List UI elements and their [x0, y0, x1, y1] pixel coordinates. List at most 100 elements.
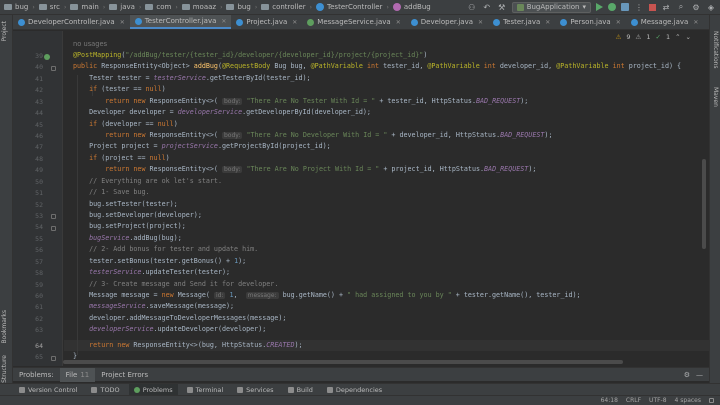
terminal-icon	[186, 386, 193, 393]
line-number: 41	[35, 75, 43, 83]
bookmarks-tool-window-button[interactable]: Bookmarks	[1, 310, 8, 344]
breadcrumb: bug › src › main › java › com › moaaz › bug › c…	[0, 0, 467, 15]
line-number: 62	[35, 315, 43, 323]
build-hammer-icon[interactable]: ⚒	[497, 2, 507, 12]
stop-icon[interactable]	[649, 3, 656, 11]
code-line: Tester tester = testerService.getTesterB…	[73, 74, 311, 82]
line-number: 58	[35, 269, 43, 277]
version-control-button[interactable]: Version Control	[14, 384, 82, 396]
file-encoding[interactable]: UTF-8	[649, 397, 667, 404]
project-tool-window-button[interactable]: Project	[1, 21, 8, 42]
tab-file-problems[interactable]: File 11	[59, 367, 96, 382]
breadcrumb-item[interactable]: bug ›	[4, 3, 39, 11]
line-number: 54	[35, 223, 43, 231]
run-toolbar: ⚇ ↶ ⚒ BugApplication ▾ ⋮ ⇄ ⌕ ⚙ ◈	[467, 0, 720, 15]
user-icon[interactable]: ⚇	[467, 2, 477, 12]
tab-tester[interactable]: Tester.java ✕	[488, 15, 555, 29]
line-number: 50	[35, 178, 43, 186]
code-line: if (developer == null)	[89, 120, 178, 128]
notifications-tool-window-button[interactable]: Notifications	[712, 31, 719, 69]
close-icon[interactable]: ✕	[292, 19, 297, 26]
breadcrumb-item[interactable]: bug ›	[226, 3, 261, 11]
branch-icon	[19, 386, 25, 393]
more-tabs-icon[interactable]: ⋮	[703, 15, 709, 29]
class-icon	[18, 18, 25, 26]
code-line: developerService.updateDeveloper(develop…	[89, 325, 267, 333]
fold-icon[interactable]	[51, 214, 56, 219]
vertical-scrollbar[interactable]	[701, 41, 707, 361]
left-tool-strip: Project Bookmarks Structure	[0, 15, 13, 383]
tab-message[interactable]: Message.java ✕	[626, 15, 704, 29]
fold-icon[interactable]	[51, 356, 56, 361]
indent-setting[interactable]: 4 spaces	[675, 397, 701, 404]
search-icon[interactable]: ⌕	[676, 2, 686, 12]
breadcrumb-item[interactable]: controller ›	[261, 3, 316, 11]
class-icon	[493, 18, 501, 26]
close-icon[interactable]: ✕	[616, 19, 621, 26]
breadcrumb-item[interactable]: java ›	[109, 3, 145, 11]
more-run-icon[interactable]: ⋮	[634, 2, 644, 12]
tab-developer-controller[interactable]: DeveloperController.java ✕	[13, 15, 130, 29]
code-area[interactable]: no usages @PostMapping("/addBug/tester/{…	[73, 31, 695, 366]
breadcrumb-item[interactable]: addBug	[392, 3, 431, 11]
line-number: 46	[35, 132, 43, 140]
structure-tool-window-button[interactable]: Structure	[1, 355, 8, 383]
services-button[interactable]: Services	[232, 384, 278, 396]
close-icon[interactable]: ✕	[120, 19, 125, 26]
terminal-button[interactable]: Terminal	[182, 384, 228, 396]
coverage-icon[interactable]	[621, 3, 629, 11]
horizontal-scrollbar[interactable]	[63, 360, 695, 365]
line-separator[interactable]: CRLF	[626, 397, 641, 404]
settings-icon[interactable]: ⚙	[684, 371, 690, 379]
navigation-bar: bug › src › main › java › com › moaaz › bug › c…	[0, 0, 720, 15]
folder-icon	[181, 4, 190, 10]
folder-icon	[109, 4, 118, 10]
editor-gutter[interactable]: 39 40 41 42 43 44 45 46 47 48 49 50 51 5…	[13, 31, 63, 366]
close-icon[interactable]: ✕	[478, 19, 483, 26]
close-icon[interactable]: ✕	[545, 19, 550, 26]
tab-developer[interactable]: Developer.java ✕	[406, 15, 488, 29]
close-icon[interactable]: ✕	[396, 19, 401, 26]
close-icon[interactable]: ✕	[693, 19, 698, 26]
run-configuration-select[interactable]: BugApplication ▾	[511, 1, 591, 13]
lock-icon[interactable]	[709, 398, 714, 403]
line-number: 55	[35, 235, 43, 243]
ide-logo-icon[interactable]: ◈	[706, 2, 716, 12]
debug-icon[interactable]	[608, 3, 616, 11]
fold-icon[interactable]	[51, 66, 56, 71]
todo-button[interactable]: TODO	[86, 384, 124, 396]
tab-person[interactable]: Person.java ✕	[555, 15, 625, 29]
minimize-icon[interactable]: —	[696, 371, 703, 379]
back-icon[interactable]: ↶	[482, 2, 492, 12]
endpoint-icon[interactable]	[44, 54, 50, 60]
breadcrumb-item[interactable]: src ›	[38, 3, 71, 11]
right-tool-strip: Notifications Maven	[709, 15, 720, 383]
code-editor[interactable]: 39 40 41 42 43 44 45 46 47 48 49 50 51 5…	[13, 31, 709, 366]
line-number: 49	[35, 166, 43, 174]
folder-icon	[4, 4, 12, 10]
settings-icon[interactable]: ⚙	[691, 2, 701, 12]
caret-position[interactable]: 64:18	[601, 397, 618, 404]
tab-project[interactable]: Project.java ✕	[231, 15, 302, 29]
maven-tool-window-button[interactable]: Maven	[712, 87, 719, 107]
run-icon[interactable]	[596, 3, 603, 11]
fold-icon[interactable]	[51, 226, 56, 231]
breadcrumb-item[interactable]: TesterController ›	[316, 3, 393, 11]
chevron-down-icon: ▾	[582, 3, 586, 11]
code-line: return new ResponseEntity<>( body: "Ther…	[105, 97, 529, 105]
problems-button[interactable]: Problems	[128, 383, 178, 396]
close-icon[interactable]: ✕	[221, 18, 226, 25]
breadcrumb-item[interactable]: moaaz ›	[181, 3, 227, 11]
line-number: 56	[35, 246, 43, 254]
tab-tester-controller[interactable]: TesterController.java ✕	[129, 15, 232, 29]
tab-project-errors[interactable]: Project Errors	[95, 368, 154, 382]
tab-message-service[interactable]: MessageService.java ✕	[302, 15, 405, 29]
build-button[interactable]: Build	[283, 384, 318, 396]
class-icon	[410, 18, 418, 26]
line-number: 40	[35, 63, 43, 71]
breadcrumb-item[interactable]: com ›	[145, 3, 181, 11]
breadcrumb-item[interactable]: main ›	[70, 3, 109, 11]
code-line: return new ResponseEntity<>( body: "Ther…	[105, 131, 553, 139]
dependencies-button[interactable]: Dependencies	[322, 384, 387, 396]
translate-icon[interactable]: ⇄	[661, 2, 671, 12]
